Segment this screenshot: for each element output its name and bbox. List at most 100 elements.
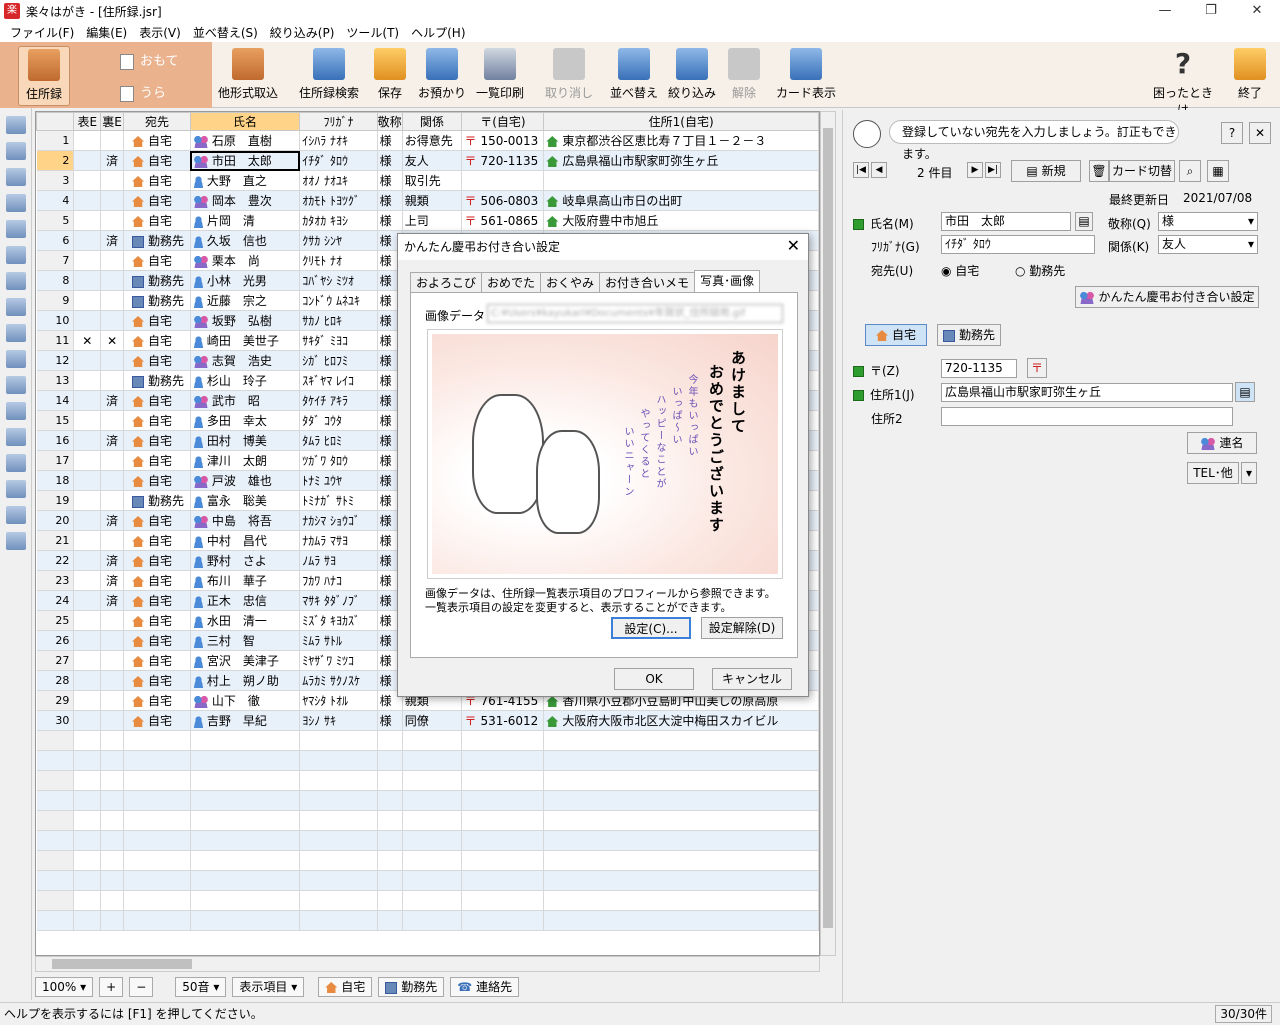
front-done-cell[interactable] xyxy=(73,510,102,531)
settings-icon[interactable] xyxy=(6,532,26,550)
destination-cell[interactable]: 自宅 xyxy=(123,590,191,611)
row-number[interactable]: 14 xyxy=(36,390,75,411)
honorific-cell[interactable]: 様 xyxy=(377,710,403,731)
name-cell[interactable]: 中村 昌代 xyxy=(190,530,301,551)
honorific-header[interactable]: 敬称 xyxy=(376,112,403,131)
back-done-cell[interactable] xyxy=(100,210,125,231)
table-row[interactable]: 5 自宅 片岡 清 ｶﾀｵｶ ｷﾖｼ 様上司 〒 561-0865 大阪府豊中市旭丘 xyxy=(36,210,819,231)
back-done-cell[interactable] xyxy=(100,290,125,311)
paste-icon[interactable] xyxy=(6,220,26,238)
destination-cell[interactable]: 自宅 xyxy=(123,450,191,471)
relation-cell[interactable]: 親類 xyxy=(402,190,463,211)
address-book-button[interactable]: 住所録 xyxy=(18,46,70,106)
zip-lookup-button[interactable]: 〒 xyxy=(1027,358,1047,378)
kana-cell[interactable]: ｲｼﾊﾗ ﾅｵｷ xyxy=(299,130,378,151)
address-header[interactable]: 住所1(自宅) xyxy=(543,112,819,131)
tab-memo[interactable]: お付き合いメモ xyxy=(599,272,696,292)
row-number[interactable]: 26 xyxy=(36,630,75,651)
row-number[interactable]: 18 xyxy=(36,470,75,491)
honorific-select[interactable]: 様 ▾ xyxy=(1158,212,1258,231)
address1-field[interactable]: 広島県福山市駅家町弥生ヶ丘 xyxy=(941,383,1233,402)
kana-cell[interactable]: ｺﾝﾄﾞｳ ﾑﾈﾕｷ xyxy=(299,290,378,311)
back-done-cell[interactable] xyxy=(100,250,125,271)
undo-button[interactable]: 取り消し xyxy=(542,46,596,106)
name-cell[interactable]: 村上 朔ノ助 xyxy=(190,670,301,691)
kana-header[interactable]: ﾌﾘｶﾞﾅ xyxy=(299,112,378,131)
destination-header[interactable]: 宛先 xyxy=(123,112,191,131)
front-done-cell[interactable] xyxy=(73,230,102,251)
front-done-cell[interactable] xyxy=(73,550,102,571)
zoom-in-button[interactable]: + xyxy=(99,977,124,997)
kana-cell[interactable]: ｶﾀｵｶ ｷﾖｼ xyxy=(299,210,378,231)
row-number[interactable]: 3 xyxy=(36,170,75,191)
address2-field[interactable] xyxy=(941,407,1233,426)
row-number[interactable]: 1 xyxy=(36,130,75,151)
kana-cell[interactable]: ﾌｶﾜ ﾊﾅｺ xyxy=(299,570,378,591)
name-cell[interactable]: 片岡 清 xyxy=(190,210,301,231)
panel-help-button[interactable]: ? xyxy=(1221,122,1243,144)
menu-filter[interactable]: 絞り込み(P) xyxy=(264,24,341,41)
name-cell[interactable]: 岡本 豊次 xyxy=(190,190,301,211)
name-cell[interactable]: 富永 聡美 xyxy=(190,490,301,511)
row-number[interactable]: 8 xyxy=(36,270,75,291)
cancel-button[interactable]: キャンセル xyxy=(712,668,792,690)
destination-cell[interactable]: 自宅 xyxy=(123,630,191,651)
prev-record-button[interactable]: ◀ xyxy=(871,162,887,178)
dialog-close-button[interactable]: ✕ xyxy=(787,236,800,255)
kana-cell[interactable]: ﾂｶﾞﾜ ﾀﾛｳ xyxy=(299,450,378,471)
name-cell[interactable]: 宮沢 美津子 xyxy=(190,650,301,671)
name-cell[interactable]: 栗本 尚 xyxy=(190,250,301,271)
table-row[interactable]: 30 自宅 吉野 早紀 ﾖｼﾉ ｻｷ 様同僚 〒 531-6012 大阪府大阪市北区大淀中梅田… xyxy=(36,710,819,731)
destination-cell[interactable]: 自宅 xyxy=(123,430,191,451)
row-number[interactable]: 15 xyxy=(36,410,75,431)
corner-header[interactable] xyxy=(36,112,75,131)
zip-cell[interactable]: 〒 720-1135 xyxy=(461,150,545,171)
joint-name-button[interactable]: 連名 xyxy=(1187,432,1257,454)
row-number[interactable]: 30 xyxy=(36,710,75,731)
address-cell[interactable] xyxy=(543,170,819,191)
back-done-cell[interactable] xyxy=(100,270,125,291)
row-number[interactable]: 12 xyxy=(36,350,75,371)
menu-tools[interactable]: ツール(T) xyxy=(340,24,405,41)
row-number[interactable]: 7 xyxy=(36,250,75,271)
front-done-cell[interactable] xyxy=(73,130,102,151)
back-done-cell[interactable] xyxy=(100,130,125,151)
destination-cell[interactable]: 自宅 xyxy=(123,710,191,731)
sort-button[interactable]: 並べ替え xyxy=(606,46,662,106)
back-done-cell[interactable] xyxy=(100,370,125,391)
kana-cell[interactable]: ｺﾊﾞﾔｼ ﾐﾂｵ xyxy=(299,270,378,291)
list-print-button[interactable]: 一覧印刷 xyxy=(470,46,530,106)
name-cell[interactable]: 市田 太郎 xyxy=(190,150,301,171)
destination-cell[interactable]: 自宅 xyxy=(123,610,191,631)
front-done-cell[interactable] xyxy=(73,610,102,631)
kana-cell[interactable]: ﾉﾑﾗ ｻﾖ xyxy=(299,550,378,571)
back-done-cell[interactable]: 済 xyxy=(100,430,125,451)
back-done-cell[interactable] xyxy=(100,310,125,331)
work-filter-button[interactable]: 勤務先 xyxy=(378,977,445,997)
next-record-button[interactable]: ▶ xyxy=(967,162,983,178)
row-number[interactable]: 6 xyxy=(36,230,75,251)
zip-field[interactable]: 720-1135 xyxy=(941,359,1017,378)
tab-condolence[interactable]: おくやみ xyxy=(540,272,601,292)
dest-home-radio[interactable]: ◉ 自宅 xyxy=(941,262,979,279)
address-cell[interactable]: 大阪府大阪市北区大淀中梅田スカイビル xyxy=(543,710,819,731)
kana-cell[interactable]: ｵｶﾓﾄ ﾄﾖﾂｸﾞ xyxy=(299,190,378,211)
back-side-button[interactable]: うら xyxy=(120,82,166,102)
destination-cell[interactable]: 自宅 xyxy=(123,510,191,531)
card-view-button[interactable]: カード表示 xyxy=(776,46,836,106)
back-done-cell[interactable] xyxy=(100,450,125,471)
name-cell[interactable]: 小林 光男 xyxy=(190,270,301,291)
back-done-cell[interactable] xyxy=(100,630,125,651)
kantan-settings-button[interactable]: かんたん慶弔お付き合い設定 xyxy=(1075,286,1259,308)
row-number[interactable]: 29 xyxy=(36,690,75,711)
front-done-header[interactable]: 表E xyxy=(73,112,102,131)
last-record-button[interactable]: ▶| xyxy=(985,162,1001,178)
address-cell[interactable]: 岐阜県高山市日の出町 xyxy=(543,190,819,211)
name-cell[interactable]: 津川 太朗 xyxy=(190,450,301,471)
destination-cell[interactable]: 自宅 xyxy=(123,530,191,551)
back-done-cell[interactable]: 済 xyxy=(100,510,125,531)
exit-button[interactable]: 終了 xyxy=(1232,46,1268,106)
kana-cell[interactable]: ｵｵﾉ ﾅｵﾕｷ xyxy=(299,170,378,191)
destination-cell[interactable]: 勤務先 xyxy=(123,230,191,251)
home-filter-button[interactable]: 自宅 xyxy=(318,977,373,997)
